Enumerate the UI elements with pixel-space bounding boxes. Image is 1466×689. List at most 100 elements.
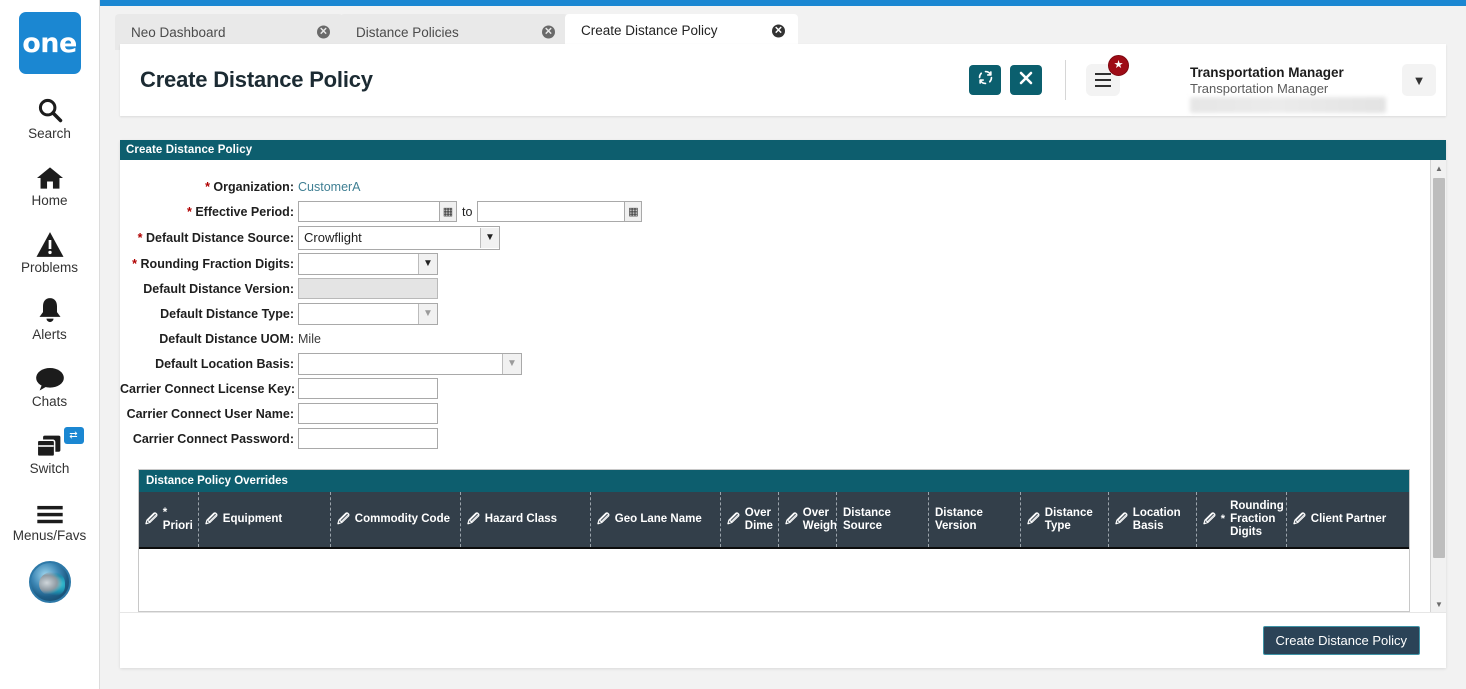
field-label: Carrier Connect Password:: [132, 431, 294, 446]
create-distance-policy-button[interactable]: Create Distance Policy: [1262, 626, 1420, 655]
chat-bubble-icon: [35, 358, 65, 392]
calendar-icon[interactable]: ▦: [625, 201, 643, 222]
hamburger-bar: [1095, 84, 1111, 88]
grid-header-row: 🖉 * Priori 🖉 Equipment 🖉 Commodity Code 🖉 Ha…: [139, 492, 1409, 549]
chevron-down-icon: ▼: [480, 227, 499, 248]
edit-pencil-icon: 🖉: [205, 512, 218, 526]
main-content-card: Create Distance Policy * Organization: C…: [120, 140, 1446, 668]
grid-column-over-weight[interactable]: 🖉 Over Weigh: [779, 492, 837, 547]
grid-column-label: Geo Lane Name: [614, 513, 702, 525]
sidebar-item-label: Switch: [29, 461, 70, 476]
triangle-down-icon[interactable]: ▼: [1431, 596, 1446, 612]
default-distance-source-select[interactable]: Crowflight ▼: [298, 225, 500, 250]
grid-column-hazard-class[interactable]: 🖉 Hazard Class: [461, 492, 591, 547]
chevron-down-icon[interactable]: ▼: [1402, 64, 1436, 96]
close-circle-icon[interactable]: ✕: [772, 24, 785, 37]
select-value: Crowflight: [304, 230, 362, 245]
rounding-fraction-digits-select[interactable]: ▼: [298, 252, 438, 275]
organization-value[interactable]: CustomerA: [298, 180, 361, 194]
required-asterisk: *: [1220, 513, 1226, 525]
grid-column-label: Over Dime: [744, 506, 773, 532]
form-row-carrier-connect-password: Carrier Connect Password:: [120, 426, 1446, 451]
app-root: one Search Home Problems Alerts Chats ⇄ …: [0, 0, 1466, 689]
grid-column-rounding-fraction-digits[interactable]: 🖉 * Rounding Fraction Digits: [1197, 492, 1287, 547]
header-actions: ★ Transportation Manager Transportation …: [969, 44, 1446, 116]
edit-pencil-icon: 🖉: [597, 512, 610, 526]
triangle-up-icon[interactable]: ▲: [1431, 160, 1446, 176]
carrier-connect-license-key-input[interactable]: [298, 378, 438, 399]
calendar-icon[interactable]: ▦: [440, 201, 457, 222]
form-row-organization: * Organization: CustomerA: [120, 174, 1446, 199]
field-label: * Rounding Fraction Digits:: [132, 256, 294, 271]
sidebar-item-chats[interactable]: Chats: [0, 358, 100, 409]
grid-column-over-dimension[interactable]: 🖉 Over Dime: [721, 492, 779, 547]
grid-column-distance-version[interactable]: Distance Version: [929, 492, 1021, 547]
edit-pencil-icon: 🖉: [337, 512, 350, 526]
tab-bar: Neo Dashboard ✕ Distance Policies ✕ Crea…: [100, 6, 1466, 50]
carrier-connect-user-name-input[interactable]: [298, 403, 438, 424]
form-row-effective-period: * Effective Period: ▦ to ▦: [120, 199, 1446, 224]
grid-column-label: * Priori: [162, 506, 193, 532]
edit-pencil-icon: 🖉: [1115, 512, 1128, 526]
panel-title: Create Distance Policy: [126, 144, 253, 156]
grid-column-geo-lane-name[interactable]: 🖉 Geo Lane Name: [591, 492, 721, 547]
field-label: Default Location Basis:: [155, 356, 294, 371]
sidebar-item-switch[interactable]: ⇄ Switch: [0, 425, 100, 476]
edit-pencil-icon: 🖉: [727, 512, 740, 526]
grid-column-client-partner[interactable]: 🖉 Client Partner: [1287, 492, 1409, 547]
swap-arrows-icon[interactable]: ⇄: [63, 427, 84, 444]
refresh-icon: [977, 69, 994, 91]
close-circle-icon[interactable]: ✕: [317, 25, 330, 39]
vertical-scrollbar[interactable]: ▲ ▼: [1430, 160, 1446, 612]
sidebar-item-home[interactable]: Home: [0, 157, 100, 208]
user-profile[interactable]: Transportation Manager Transportation Ma…: [1190, 64, 1436, 113]
grid-column-location-basis[interactable]: 🖉 Location Basis: [1109, 492, 1197, 547]
sidebar-item-label: Problems: [20, 260, 79, 275]
avatar[interactable]: [28, 561, 71, 603]
form-row-default-distance-source: * Default Distance Source: Crowflight ▼: [120, 224, 1446, 251]
grid-column-equipment[interactable]: 🖉 Equipment: [199, 492, 331, 547]
carrier-connect-password-input[interactable]: [298, 428, 438, 449]
field-label: Carrier Connect User Name:: [126, 406, 294, 421]
field-label: * Default Distance Source:: [137, 230, 294, 245]
effective-period-to-input[interactable]: [477, 201, 626, 222]
form-row-default-distance-type: Default Distance Type: ▼: [120, 301, 1446, 326]
default-distance-uom-value: Mile: [298, 331, 321, 346]
scrollbar-thumb[interactable]: [1433, 178, 1445, 558]
sidebar-item-search[interactable]: Search: [0, 90, 100, 141]
form-row-default-location-basis: Default Location Basis: ▼: [120, 351, 1446, 376]
hamburger-bar: [1095, 78, 1111, 82]
sidebar-item-alerts[interactable]: Alerts: [0, 291, 100, 342]
grid-column-label: Distance Source: [843, 506, 891, 532]
app-logo-text: one: [22, 27, 77, 59]
page-header: Create Distance Policy ★ Transportation …: [120, 44, 1446, 116]
grid-column-distance-type[interactable]: 🖉 Distance Type: [1021, 492, 1109, 547]
user-names: Transportation Manager Transportation Ma…: [1190, 65, 1344, 96]
grid-column-priority[interactable]: 🖉 * Priori: [139, 492, 199, 547]
default-location-basis-select[interactable]: ▼: [298, 352, 522, 375]
refresh-button[interactable]: [969, 65, 1001, 95]
sidebar-item-problems[interactable]: Problems: [0, 224, 100, 275]
grid-column-label: Client Partner: [1310, 513, 1387, 525]
menu-button[interactable]: ★: [1086, 55, 1129, 96]
close-button[interactable]: [1010, 65, 1042, 95]
effective-period-from-input[interactable]: [298, 201, 440, 222]
close-circle-icon[interactable]: ✕: [542, 25, 555, 39]
tab-label: Neo Dashboard: [131, 24, 226, 40]
grid-column-distance-source[interactable]: Distance Source: [837, 492, 929, 547]
form-row-carrier-connect-license-key: Carrier Connect License Key:: [120, 376, 1446, 401]
grid-column-label: Location Basis: [1132, 506, 1181, 532]
tab-label: Distance Policies: [356, 24, 459, 40]
panel-header: Create Distance Policy: [120, 140, 1446, 160]
grid-column-commodity-code[interactable]: 🖉 Commodity Code: [331, 492, 461, 547]
user-role: Transportation Manager: [1190, 80, 1329, 96]
default-distance-type-select[interactable]: ▼: [298, 302, 438, 325]
edit-pencil-icon: 🖉: [145, 512, 158, 526]
redacted-user-detail: [1190, 97, 1386, 113]
edit-pencil-icon: 🖉: [1293, 512, 1306, 526]
field-label: * Organization:: [205, 179, 294, 194]
sidebar-item-menus-favs[interactable]: Menus/Favs: [0, 492, 100, 543]
field-label: Default Distance UOM:: [159, 331, 294, 346]
warning-triangle-icon: [35, 224, 65, 258]
app-logo[interactable]: one: [18, 12, 81, 74]
